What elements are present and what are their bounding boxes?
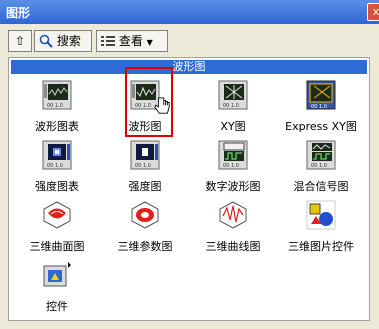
dropdown-arrow-icon: ▼ <box>146 38 153 47</box>
search-icon <box>39 34 53 48</box>
up-level-button[interactable]: ⇧ <box>8 30 32 52</box>
controls-icon <box>43 262 71 287</box>
mixed-signal-graph-icon: 00 1.0 <box>306 140 336 170</box>
svg-text:00 1.0: 00 1.0 <box>47 163 63 169</box>
item-label: XY图 <box>220 120 246 133</box>
item-label: 三维参数图 <box>117 240 173 253</box>
item-label: 数字波形图 <box>205 180 261 193</box>
palette-item-intensity-chart[interactable]: 00 1.0 强度图表 <box>13 140 101 196</box>
palette-item-3d-curve-graph[interactable]: 三维曲线图 <box>189 200 277 256</box>
item-label: 控件 <box>46 300 68 313</box>
panel-header: 波形图 <box>11 60 367 74</box>
svg-text:00 1.0: 00 1.0 <box>311 163 327 169</box>
palette-item-waveform-chart[interactable]: 00 1.0 波形图表 <box>13 80 101 136</box>
view-menu-button[interactable]: 查看 ▼ <box>96 30 168 52</box>
item-label: Express XY图 <box>285 120 357 133</box>
palette-item-controls[interactable]: 控件 <box>13 260 101 316</box>
digital-waveform-graph-icon: 00 1.0 <box>218 140 248 170</box>
item-label: 三维图片控件 <box>288 240 354 253</box>
svg-text:00 1.0: 00 1.0 <box>223 103 239 109</box>
item-label: 混合信号图 <box>293 180 349 193</box>
3d-parametric-graph-icon <box>131 201 159 229</box>
3d-picture-control-icon <box>306 200 336 230</box>
intensity-graph-icon: 00 1.0 <box>130 140 160 170</box>
3d-curve-graph-icon <box>219 201 247 229</box>
selection-highlight <box>125 67 173 137</box>
graph-palette-window: 图形 x ⇧ 搜索 查看 ▼ 波形图 00 1.0 波形图表 00 1.0 波形… <box>0 0 379 329</box>
item-label: 三维曲线图 <box>205 240 261 253</box>
view-label: 查看 <box>118 34 143 48</box>
waveform-chart-icon: 00 1.0 <box>42 80 72 110</box>
palette-item-mixed-signal-graph[interactable]: 00 1.0 混合信号图 <box>277 140 365 196</box>
window-title: 图形 <box>6 6 31 20</box>
title-bar: 图形 x <box>0 0 379 24</box>
search-button[interactable]: 搜索 <box>34 30 92 52</box>
3d-surface-graph-icon <box>43 201 71 229</box>
graph-items-panel: 波形图 00 1.0 波形图表 00 1.0 波形图 00 1.0 XY图 00… <box>8 57 370 321</box>
palette-item-express-xy-graph[interactable]: 00 1.0 Express XY图 <box>277 80 365 136</box>
xy-graph-icon: 00 1.0 <box>218 80 248 110</box>
palette-item-3d-picture-control[interactable]: 三维图片控件 <box>277 200 365 256</box>
item-label: 波形图表 <box>35 120 79 133</box>
express-xy-graph-icon: 00 1.0 <box>306 80 336 110</box>
close-button[interactable]: x <box>367 3 379 21</box>
item-label: 强度图表 <box>35 180 79 193</box>
palette-item-digital-waveform-graph[interactable]: 00 1.0 数字波形图 <box>189 140 277 196</box>
palette-item-intensity-graph[interactable]: 00 1.0 强度图 <box>101 140 189 196</box>
svg-text:00 1.0: 00 1.0 <box>135 163 151 169</box>
palette-item-3d-parametric-graph[interactable]: 三维参数图 <box>101 200 189 256</box>
view-list-icon <box>101 36 115 46</box>
intensity-chart-icon: 00 1.0 <box>42 140 72 170</box>
palette-item-xy-graph[interactable]: 00 1.0 XY图 <box>189 80 277 136</box>
svg-text:00 1.0: 00 1.0 <box>311 104 327 110</box>
item-label: 三维曲面图 <box>29 240 85 253</box>
svg-text:00 1.0: 00 1.0 <box>47 103 63 109</box>
palette-item-3d-surface-graph[interactable]: 三维曲面图 <box>13 200 101 256</box>
svg-text:00 1.0: 00 1.0 <box>223 163 239 169</box>
up-arrow-icon: ⇧ <box>14 34 26 48</box>
item-label: 强度图 <box>128 180 162 193</box>
search-label: 搜索 <box>56 34 81 48</box>
